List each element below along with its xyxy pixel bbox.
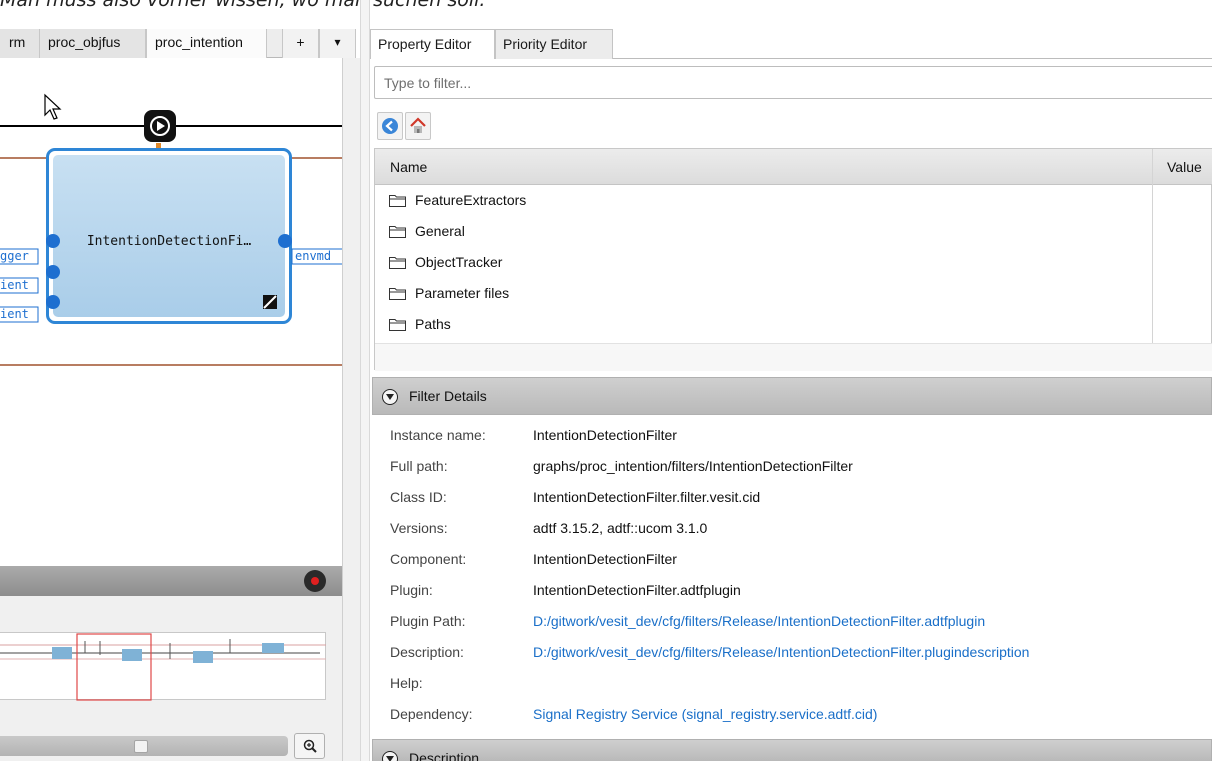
detail-value: IntentionDetectionFilter.filter.vesit.ci…	[533, 489, 761, 505]
filter-details-header[interactable]: Filter Details	[372, 377, 1212, 415]
description-file-link[interactable]: D:/gitwork/vesit_dev/cfg/filters/Release…	[533, 637, 1029, 668]
table-row[interactable]: Paths	[375, 309, 1152, 340]
detail-row: Versions: adtf 3.15.2, adtf::ucom 3.1.0	[372, 513, 1212, 544]
detail-label: Instance name:	[390, 427, 486, 443]
record-button[interactable]	[304, 570, 326, 592]
detail-label: Description:	[390, 644, 464, 660]
section-title: Filter Details	[409, 388, 487, 404]
detail-row: Class ID: IntentionDetectionFilter.filte…	[372, 482, 1212, 513]
row-label: FeatureExtractors	[415, 192, 527, 208]
add-tab-button[interactable]: +	[282, 29, 319, 58]
row-label: General	[415, 223, 465, 239]
collapse-arrow-icon	[382, 389, 398, 405]
editor-tab-bar: Property Editor Priority Editor	[370, 29, 1212, 59]
table-row[interactable]: General	[375, 216, 1152, 247]
detail-value: IntentionDetectionFilter	[533, 427, 677, 443]
detail-row: Full path: graphs/proc_intention/filters…	[372, 451, 1212, 482]
detail-value: graphs/proc_intention/filters/IntentionD…	[533, 458, 853, 474]
section-title: Description	[409, 750, 480, 761]
detail-value: adtf 3.15.2, adtf::ucom 3.1.0	[533, 520, 708, 536]
detail-row: Dependency: Signal Registry Service (sig…	[372, 699, 1212, 730]
graph-tab-bar: rm proc_objfus proc_intention + ▾	[0, 29, 356, 59]
folder-icon	[389, 319, 406, 331]
detail-value: IntentionDetectionFilter.adtfplugin	[533, 582, 741, 598]
output-port-label: envmd	[295, 249, 332, 263]
resize-handle-icon[interactable]	[263, 295, 277, 309]
input-port-trigger[interactable]	[46, 234, 60, 248]
input-port-label: ient	[0, 278, 29, 292]
mouse-cursor-icon	[44, 93, 62, 120]
home-icon	[410, 117, 426, 133]
graph-horizontal-scrollbar[interactable]	[0, 736, 288, 756]
dependency-link[interactable]: Signal Registry Service (signal_registry…	[533, 699, 877, 730]
folder-icon	[389, 257, 406, 269]
detail-label: Plugin Path:	[390, 613, 466, 629]
detail-label: Class ID:	[390, 489, 447, 505]
record-icon	[311, 577, 319, 585]
detail-label: Dependency:	[390, 706, 473, 722]
detail-row: Plugin Path: D:/gitwork/vesit_dev/cfg/fi…	[372, 606, 1212, 637]
plugin-path-link[interactable]: D:/gitwork/vesit_dev/cfg/filters/Release…	[533, 606, 985, 637]
tab-rm[interactable]: rm	[0, 29, 40, 58]
detail-value: IntentionDetectionFilter	[533, 551, 677, 567]
pane-splitter[interactable]	[360, 0, 370, 761]
overview-thumbnail	[0, 633, 326, 701]
input-port-client-1[interactable]	[46, 265, 60, 279]
table-row[interactable]: FeatureExtractors	[375, 185, 1152, 216]
folder-icon	[389, 226, 406, 238]
detail-label: Help:	[390, 675, 423, 691]
home-button[interactable]	[405, 112, 431, 140]
input-port-label: gger	[0, 249, 29, 263]
table-row[interactable]: Parameter files	[375, 278, 1152, 309]
detail-row: Help:	[372, 668, 1212, 699]
intention-detection-filter-node[interactable]: IntentionDetectionFi…	[46, 148, 292, 324]
zoom-button[interactable]	[294, 733, 325, 759]
property-filter-input[interactable]	[374, 66, 1212, 99]
scrollbar-thumb[interactable]	[134, 740, 148, 753]
tab-list-dropdown-button[interactable]: ▾	[319, 29, 356, 58]
detail-label: Plugin:	[390, 582, 433, 598]
play-node-icon[interactable]	[144, 110, 176, 142]
row-label: ObjectTracker	[415, 254, 503, 270]
graph-overview-map[interactable]	[0, 632, 326, 701]
property-table: Name Value FeatureExtractors General Obj…	[374, 148, 1212, 371]
detail-row: Instance name: IntentionDetectionFilter	[372, 420, 1212, 451]
collapse-arrow-icon	[382, 751, 398, 761]
detail-row: Plugin: IntentionDetectionFilter.adtfplu…	[372, 575, 1212, 606]
detail-row: Component: IntentionDetectionFilter	[372, 544, 1212, 575]
overview-header	[0, 566, 342, 596]
viewport-rectangle[interactable]	[76, 633, 152, 701]
description-header[interactable]: Description	[372, 739, 1212, 761]
filter-node-title: IntentionDetectionFi…	[86, 234, 252, 249]
folder-icon	[389, 288, 406, 300]
table-header: Name Value	[375, 149, 1212, 185]
zoom-icon	[303, 739, 317, 753]
back-arrow-icon	[382, 118, 398, 134]
detail-label: Component:	[390, 551, 467, 567]
row-label: Parameter files	[415, 285, 510, 301]
tab-proc-intention[interactable]: proc_intention	[146, 29, 267, 59]
document-caption: Man muss also vorher wissen, wo man such…	[0, 0, 486, 11]
table-footer	[375, 343, 1212, 371]
output-port-envmd[interactable]	[278, 234, 292, 248]
input-port-client-2[interactable]	[46, 295, 60, 309]
column-header-value[interactable]: Value	[1167, 149, 1202, 185]
tab-priority-editor[interactable]: Priority Editor	[495, 29, 613, 59]
table-row[interactable]: ObjectTracker	[375, 247, 1152, 278]
graph-vertical-scrollbar[interactable]	[342, 58, 360, 761]
tab-property-editor[interactable]: Property Editor	[370, 29, 495, 59]
row-label: Paths	[415, 316, 451, 332]
input-port-label: ient	[0, 307, 29, 321]
back-button[interactable]	[377, 112, 403, 140]
filter-details-panel: Instance name: IntentionDetectionFilter …	[372, 415, 1212, 732]
folder-icon	[389, 195, 406, 207]
tab-proc-objfus[interactable]: proc_objfus	[40, 29, 146, 58]
column-divider[interactable]	[1152, 149, 1153, 371]
detail-row: Description: D:/gitwork/vesit_dev/cfg/fi…	[372, 637, 1212, 668]
detail-label: Full path:	[390, 458, 448, 474]
detail-label: Versions:	[390, 520, 448, 536]
column-header-name[interactable]: Name	[390, 149, 427, 185]
